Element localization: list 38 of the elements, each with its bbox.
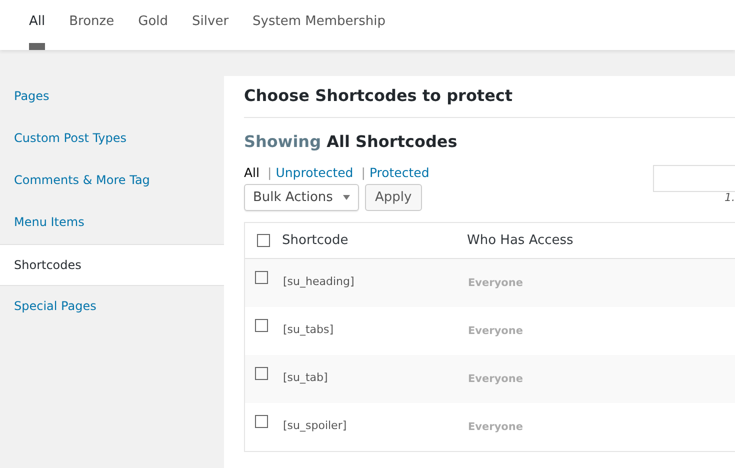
apply-button[interactable]: Apply <box>365 184 422 211</box>
checkbox[interactable] <box>255 270 268 284</box>
tab[interactable]: Silver <box>192 0 229 50</box>
tab[interactable]: System Membership <box>252 0 386 50</box>
column-header: Who Has Access <box>467 233 574 248</box>
bulk-actions-dropdown[interactable]: Bulk Actions <box>244 184 359 211</box>
item-count: 1. <box>724 191 735 204</box>
table-cell: Everyone <box>468 277 523 289</box>
filter-link[interactable]: All <box>244 165 260 180</box>
table-cell: Everyone <box>468 421 523 433</box>
separator: | <box>268 165 272 180</box>
sidebar-item[interactable]: Custom Post Types <box>0 118 224 160</box>
sidebar-item[interactable]: Menu Items <box>0 202 224 244</box>
section-heading: Showing All Shortcodes <box>244 132 458 151</box>
search-field[interactable] <box>653 165 735 192</box>
filter-link[interactable]: Protected <box>369 165 430 180</box>
tab[interactable]: All <box>29 0 46 50</box>
column-header: Shortcode <box>282 233 350 248</box>
checkbox[interactable] <box>257 234 270 247</box>
caret-icon <box>343 195 350 200</box>
table-cell: Everyone <box>468 325 523 337</box>
table-cell: Everyone <box>468 373 523 385</box>
table-cell-text: [su_spoiler] <box>283 418 348 432</box>
panel-title: Choose Shortcodes to protect <box>244 86 735 118</box>
sidebar-item[interactable]: Shortcodes <box>0 244 224 286</box>
checkbox[interactable] <box>255 366 268 380</box>
table-cell-text: [su_tabs] <box>283 322 335 336</box>
separator: | <box>361 165 366 180</box>
checkbox[interactable] <box>255 414 268 428</box>
table-cell-text: [su_tab] <box>283 370 329 384</box>
sidebar-item[interactable]: Comments & More Tag <box>0 160 224 202</box>
sidebar-item[interactable]: Pages <box>0 76 224 118</box>
tab[interactable]: Gold <box>138 0 168 50</box>
sidebar-item[interactable]: Special Pages <box>0 286 224 328</box>
checkbox[interactable] <box>255 318 268 332</box>
table-cell-text: [su_heading] <box>283 274 356 288</box>
filter-link[interactable]: Unprotected <box>276 165 354 180</box>
tab[interactable]: Bronze <box>69 0 114 50</box>
